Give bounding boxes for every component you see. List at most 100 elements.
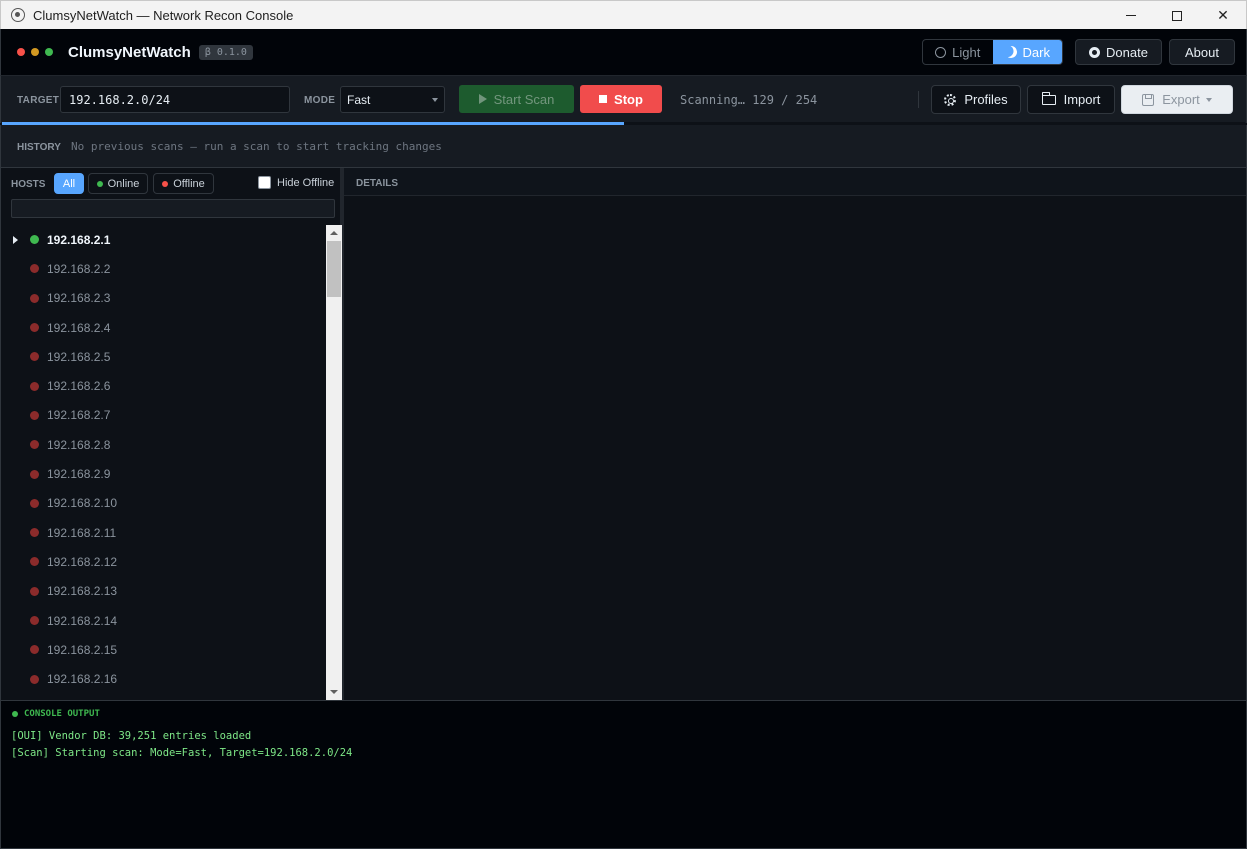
host-row[interactable]: 192.168.2.8 (1, 430, 325, 459)
host-ip: 192.168.2.2 (47, 261, 111, 276)
mode-select[interactable]: Fast (340, 86, 445, 113)
theme-dark-button[interactable]: Dark (992, 40, 1062, 64)
history-message: No previous scans — run a scan to start … (71, 140, 442, 153)
donate-button[interactable]: Donate (1075, 39, 1162, 65)
chevron-down-icon (1205, 97, 1212, 102)
target-label: TARGET (17, 95, 60, 106)
host-row[interactable]: 192.168.2.10 (1, 489, 325, 518)
hide-offline-checkbox[interactable] (258, 176, 271, 189)
offline-dot-icon (162, 180, 169, 187)
mode-value: Fast (347, 92, 371, 107)
host-row[interactable]: 192.168.2.16 (1, 664, 325, 693)
about-label: About (1185, 44, 1219, 60)
moon-icon (1003, 44, 1018, 59)
hide-offline-toggle[interactable]: Hide Offline (258, 176, 334, 189)
host-ip: 192.168.2.16 (47, 672, 118, 687)
host-row[interactable]: 192.168.2.9 (1, 459, 325, 488)
hosts-label: HOSTS (11, 179, 46, 190)
version-badge: β 0.1.0 (198, 44, 253, 60)
scrollbar-thumb[interactable] (327, 241, 341, 297)
minimize-button[interactable] (1108, 1, 1154, 30)
host-status-dot-icon (30, 264, 39, 274)
close-button[interactable]: ✕ (1200, 1, 1246, 30)
about-button[interactable]: About (1169, 39, 1235, 65)
host-row[interactable]: 192.168.2.6 (1, 371, 325, 400)
host-status-dot-icon (30, 616, 39, 625)
console-panel: CONSOLE OUTPUT [OUI] Vendor DB: 39,251 e… (0, 700, 1247, 849)
host-status-dot-icon (30, 586, 39, 596)
host-list-scrollbar[interactable] (326, 225, 342, 700)
mode-label: MODE (304, 95, 336, 106)
details-label: DETAILS (356, 178, 399, 189)
details-panel: DETAILS (344, 168, 1247, 700)
maximize-icon (1172, 10, 1182, 21)
close-icon: ✕ (1217, 7, 1229, 23)
host-row[interactable]: 192.168.2.11 (1, 518, 325, 547)
scroll-down-button[interactable] (326, 684, 342, 700)
host-row[interactable]: 192.168.2.7 (1, 401, 325, 430)
host-row[interactable]: 192.168.2.13 (1, 577, 325, 606)
host-status-dot-icon (30, 381, 39, 391)
theme-light-button[interactable]: Light (923, 40, 993, 64)
profiles-button[interactable]: Profiles (931, 85, 1021, 114)
scan-toolbar: TARGET MODE Fast Start Scan Stop Scannin… (0, 76, 1247, 123)
target-input[interactable] (60, 86, 290, 113)
filter-all-label: All (62, 177, 76, 190)
history-bar: HISTORY No previous scans — run a scan t… (0, 125, 1247, 168)
window-title: ClumsyNetWatch — Network Recon Console (33, 7, 294, 23)
gear-icon (944, 93, 957, 106)
filter-all-button[interactable]: All (54, 173, 84, 194)
minimize-icon (1126, 15, 1136, 16)
scroll-up-button[interactable] (326, 225, 342, 241)
host-ip: 192.168.2.4 (47, 320, 111, 335)
stop-label: Stop (614, 91, 643, 107)
filter-online-label: Online (107, 177, 140, 190)
chevron-down-icon (330, 690, 338, 694)
host-row[interactable]: 192.168.2.12 (1, 547, 325, 576)
console-line: [Scan] Starting scan: Mode=Fast, Target=… (11, 747, 353, 759)
start-scan-button[interactable]: Start Scan (459, 85, 574, 113)
stop-icon (599, 95, 608, 103)
play-icon (478, 94, 487, 104)
stop-button[interactable]: Stop (580, 85, 662, 113)
host-status-dot-icon (30, 528, 39, 538)
chevron-down-icon (432, 97, 438, 102)
chevron-right-icon[interactable] (13, 235, 18, 244)
donate-icon (1089, 46, 1101, 58)
host-row[interactable]: 192.168.2.2 (1, 254, 325, 283)
filter-online-button[interactable]: Online (88, 173, 148, 194)
host-status-dot-icon (30, 645, 39, 655)
online-dot-icon (96, 180, 103, 187)
host-row[interactable]: 192.168.2.3 (1, 284, 325, 313)
host-ip: 192.168.2.7 (47, 408, 111, 423)
host-ip: 192.168.2.5 (47, 349, 111, 364)
host-ip: 192.168.2.15 (47, 642, 118, 657)
history-label: HISTORY (17, 142, 61, 153)
maximize-button[interactable] (1154, 1, 1200, 30)
details-header: DETAILS (344, 168, 1246, 196)
host-row[interactable]: 192.168.2.1 (1, 225, 325, 254)
yellow-dot-icon (31, 48, 39, 56)
green-dot-icon (45, 48, 53, 56)
host-status-dot-icon (30, 352, 39, 362)
save-icon (1142, 93, 1155, 106)
host-row[interactable]: 192.168.2.15 (1, 635, 325, 664)
console-line: [OUI] Vendor DB: 39,251 entries loaded (11, 730, 252, 742)
profiles-label: Profiles (964, 92, 1008, 107)
theme-toggle: Light Dark (922, 39, 1063, 65)
hide-offline-label: Hide Offline (277, 176, 335, 189)
donate-label: Donate (1106, 44, 1148, 60)
import-button[interactable]: Import (1027, 85, 1115, 114)
host-status-dot-icon (30, 235, 39, 245)
folder-open-icon (1041, 91, 1056, 105)
export-button[interactable]: Export (1121, 85, 1233, 114)
host-search-input[interactable] (11, 199, 335, 218)
console-label: CONSOLE OUTPUT (24, 709, 100, 719)
host-row[interactable]: 192.168.2.14 (1, 606, 325, 635)
host-row[interactable]: 192.168.2.5 (1, 342, 325, 371)
filter-offline-button[interactable]: Offline (153, 173, 214, 194)
host-row[interactable]: 192.168.2.4 (1, 313, 325, 342)
import-label: Import (1063, 92, 1101, 107)
host-ip: 192.168.2.13 (47, 584, 118, 599)
theme-light-label: Light (952, 44, 981, 60)
